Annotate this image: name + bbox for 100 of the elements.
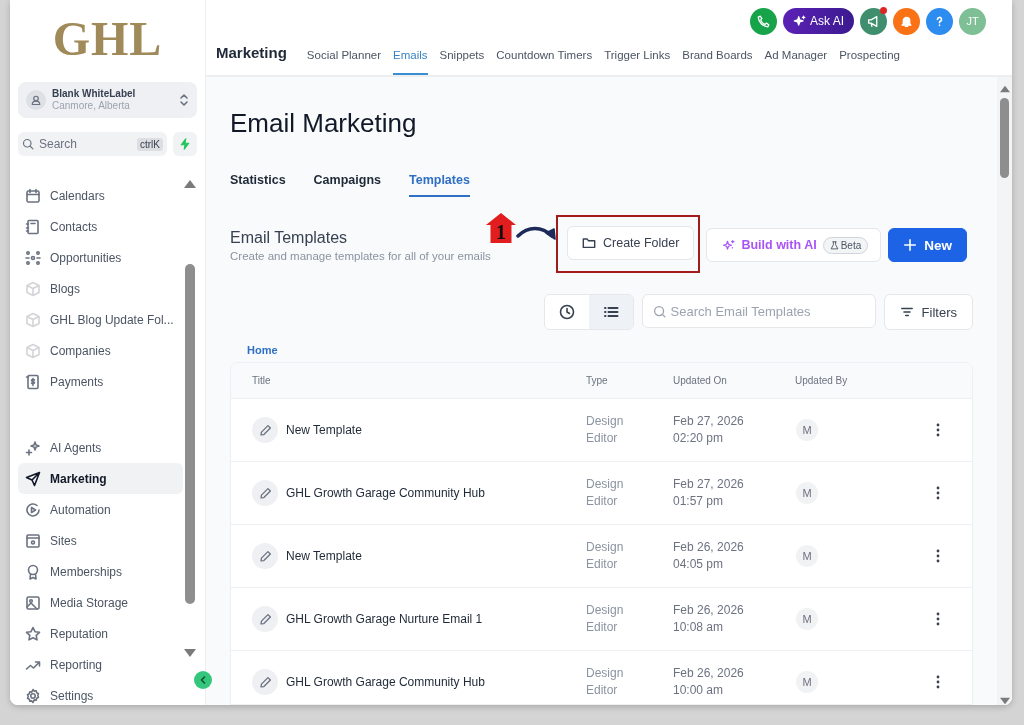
kebab-icon	[936, 612, 940, 626]
cube-icon	[25, 311, 41, 328]
step-marker: 1	[486, 213, 516, 243]
template-type: Design Editor	[586, 539, 625, 573]
collapse-sidebar-button[interactable]	[194, 671, 212, 689]
search-icon	[22, 138, 34, 150]
nav-tab[interactable]: Snippets	[439, 49, 485, 75]
template-title[interactable]: New Template	[286, 423, 362, 437]
user-avatar: M	[796, 419, 818, 441]
nav-tab[interactable]: Emails	[393, 49, 428, 75]
template-title[interactable]: New Template	[286, 549, 362, 563]
phone-button[interactable]	[750, 7, 777, 35]
help-button[interactable]	[926, 7, 953, 35]
user-avatar: M	[796, 482, 818, 504]
view-toggle[interactable]	[544, 295, 589, 329]
template-type: Design Editor	[586, 413, 625, 447]
sidebar-item[interactable]: Reputation	[18, 618, 183, 649]
kebab-icon	[936, 423, 940, 437]
dots-cluster-icon	[25, 249, 41, 266]
user-avatar: M	[796, 545, 818, 567]
account-switcher[interactable]: Blank WhiteLabel Canmore, Alberta	[18, 82, 197, 118]
updated-on: Feb 27, 2026 02:20 pm	[673, 413, 745, 447]
updated-on: Feb 26, 2026 10:00 am	[673, 665, 745, 699]
new-button[interactable]: New	[888, 228, 967, 262]
sidebar-item[interactable]: Marketing	[18, 463, 183, 494]
scrollbar-thumb[interactable]	[185, 264, 195, 604]
template-title[interactable]: GHL Growth Garage Nurture Email 1	[286, 612, 483, 626]
sidebar-item[interactable]: Payments	[18, 366, 183, 397]
filter-icon	[899, 305, 914, 319]
sidebar-item[interactable]: Contacts	[18, 211, 183, 242]
shortcut-hint: ctrlK	[137, 137, 163, 151]
chevron-updown-icon	[179, 93, 189, 107]
nav-tab[interactable]: Countdown Timers	[496, 49, 593, 75]
list-icon	[602, 304, 619, 320]
beta-badge: Beta	[822, 236, 869, 254]
column-header: Updated On	[673, 375, 728, 386]
sidebar-item[interactable]: Blogs	[18, 273, 183, 304]
page-title: Email Marketing	[230, 107, 418, 139]
scroll-up-icon	[999, 85, 1010, 93]
column-header: Updated By	[795, 375, 849, 386]
sparkle-icon	[25, 439, 41, 456]
page-tab[interactable]: Campaigns	[313, 173, 381, 197]
template-title[interactable]: GHL Growth Garage Community Hub	[286, 675, 485, 689]
column-header: Type	[586, 375, 609, 386]
star-icon	[25, 625, 41, 642]
calendar-icon	[25, 187, 41, 204]
page-tab[interactable]: Statistics	[230, 173, 286, 197]
nav-tab[interactable]: Trigger Links	[604, 49, 671, 75]
sidebar-item[interactable]: Sites	[18, 525, 183, 556]
sidebar-item[interactable]: Automation	[18, 494, 183, 525]
contact-book-icon	[25, 218, 41, 235]
template-type: Design Editor	[586, 476, 625, 510]
sidebar-item[interactable]: Settings	[18, 680, 183, 705]
megaphone-button[interactable]	[860, 7, 887, 35]
lightning-icon	[179, 138, 191, 150]
ask-ai-button[interactable]: Ask AI	[783, 8, 854, 34]
sidebar-item[interactable]: Companies	[18, 335, 183, 366]
quick-action-button[interactable]	[173, 132, 197, 156]
notification-button[interactable]	[893, 7, 920, 35]
receipt-icon	[25, 373, 41, 390]
award-icon	[25, 563, 41, 580]
play-circle-icon	[25, 501, 41, 518]
page-tab[interactable]: Templates	[409, 173, 470, 197]
updated-on: Feb 27, 2026 01:57 pm	[673, 476, 745, 510]
section-subtitle: Create and manage templates for all of your emails	[230, 249, 491, 262]
nav-tab[interactable]: Brand Boards	[682, 49, 753, 75]
account-name: Blank WhiteLabel	[52, 88, 137, 100]
search-icon	[652, 304, 666, 318]
nav-tab[interactable]: Social Planner	[306, 49, 381, 75]
updated-on: Feb 26, 2026 10:08 am	[673, 602, 745, 636]
image-icon	[25, 594, 41, 611]
flask-icon	[829, 240, 839, 250]
template-title[interactable]: GHL Growth Garage Community Hub	[286, 486, 485, 500]
create-folder-button[interactable]: Create Folder	[567, 225, 695, 260]
sidebar-item[interactable]: Calendars	[18, 180, 183, 211]
nav-tab[interactable]: Prospecting	[839, 49, 900, 75]
sidebar-item[interactable]: Memberships	[18, 556, 183, 587]
search-field[interactable]: Search ctrlK	[18, 132, 167, 156]
breadcrumb-link[interactable]: Home	[247, 344, 967, 356]
bell-icon	[900, 14, 913, 28]
user-avatar: M	[796, 671, 818, 693]
plus-icon	[903, 238, 918, 252]
sidebar-item[interactable]: GHL Blog Update Fol...	[18, 304, 183, 335]
build-with-ai-button[interactable]: Build with AI Beta	[706, 228, 882, 262]
sidebar-item[interactable]: Media Storage	[18, 587, 183, 618]
phone-icon	[757, 14, 770, 28]
megaphone-icon	[867, 14, 880, 28]
nav-tab[interactable]: Ad Manager	[764, 49, 828, 75]
scrollbar-thumb[interactable]	[1000, 98, 1009, 178]
sidebar-item[interactable]: Opportunities	[18, 242, 183, 273]
sidebar-item[interactable]: AI Agents	[18, 432, 183, 463]
sidebar-item[interactable]: Reporting	[18, 649, 183, 680]
kebab-icon	[936, 675, 940, 689]
filters-button[interactable]: Filters	[883, 294, 973, 330]
view-toggle[interactable]	[588, 295, 633, 329]
kebab-icon	[936, 549, 940, 563]
user-icon	[30, 94, 42, 106]
cube-icon	[25, 342, 41, 359]
chevron-left-icon	[199, 676, 207, 684]
scroll-down-icon	[184, 649, 196, 657]
